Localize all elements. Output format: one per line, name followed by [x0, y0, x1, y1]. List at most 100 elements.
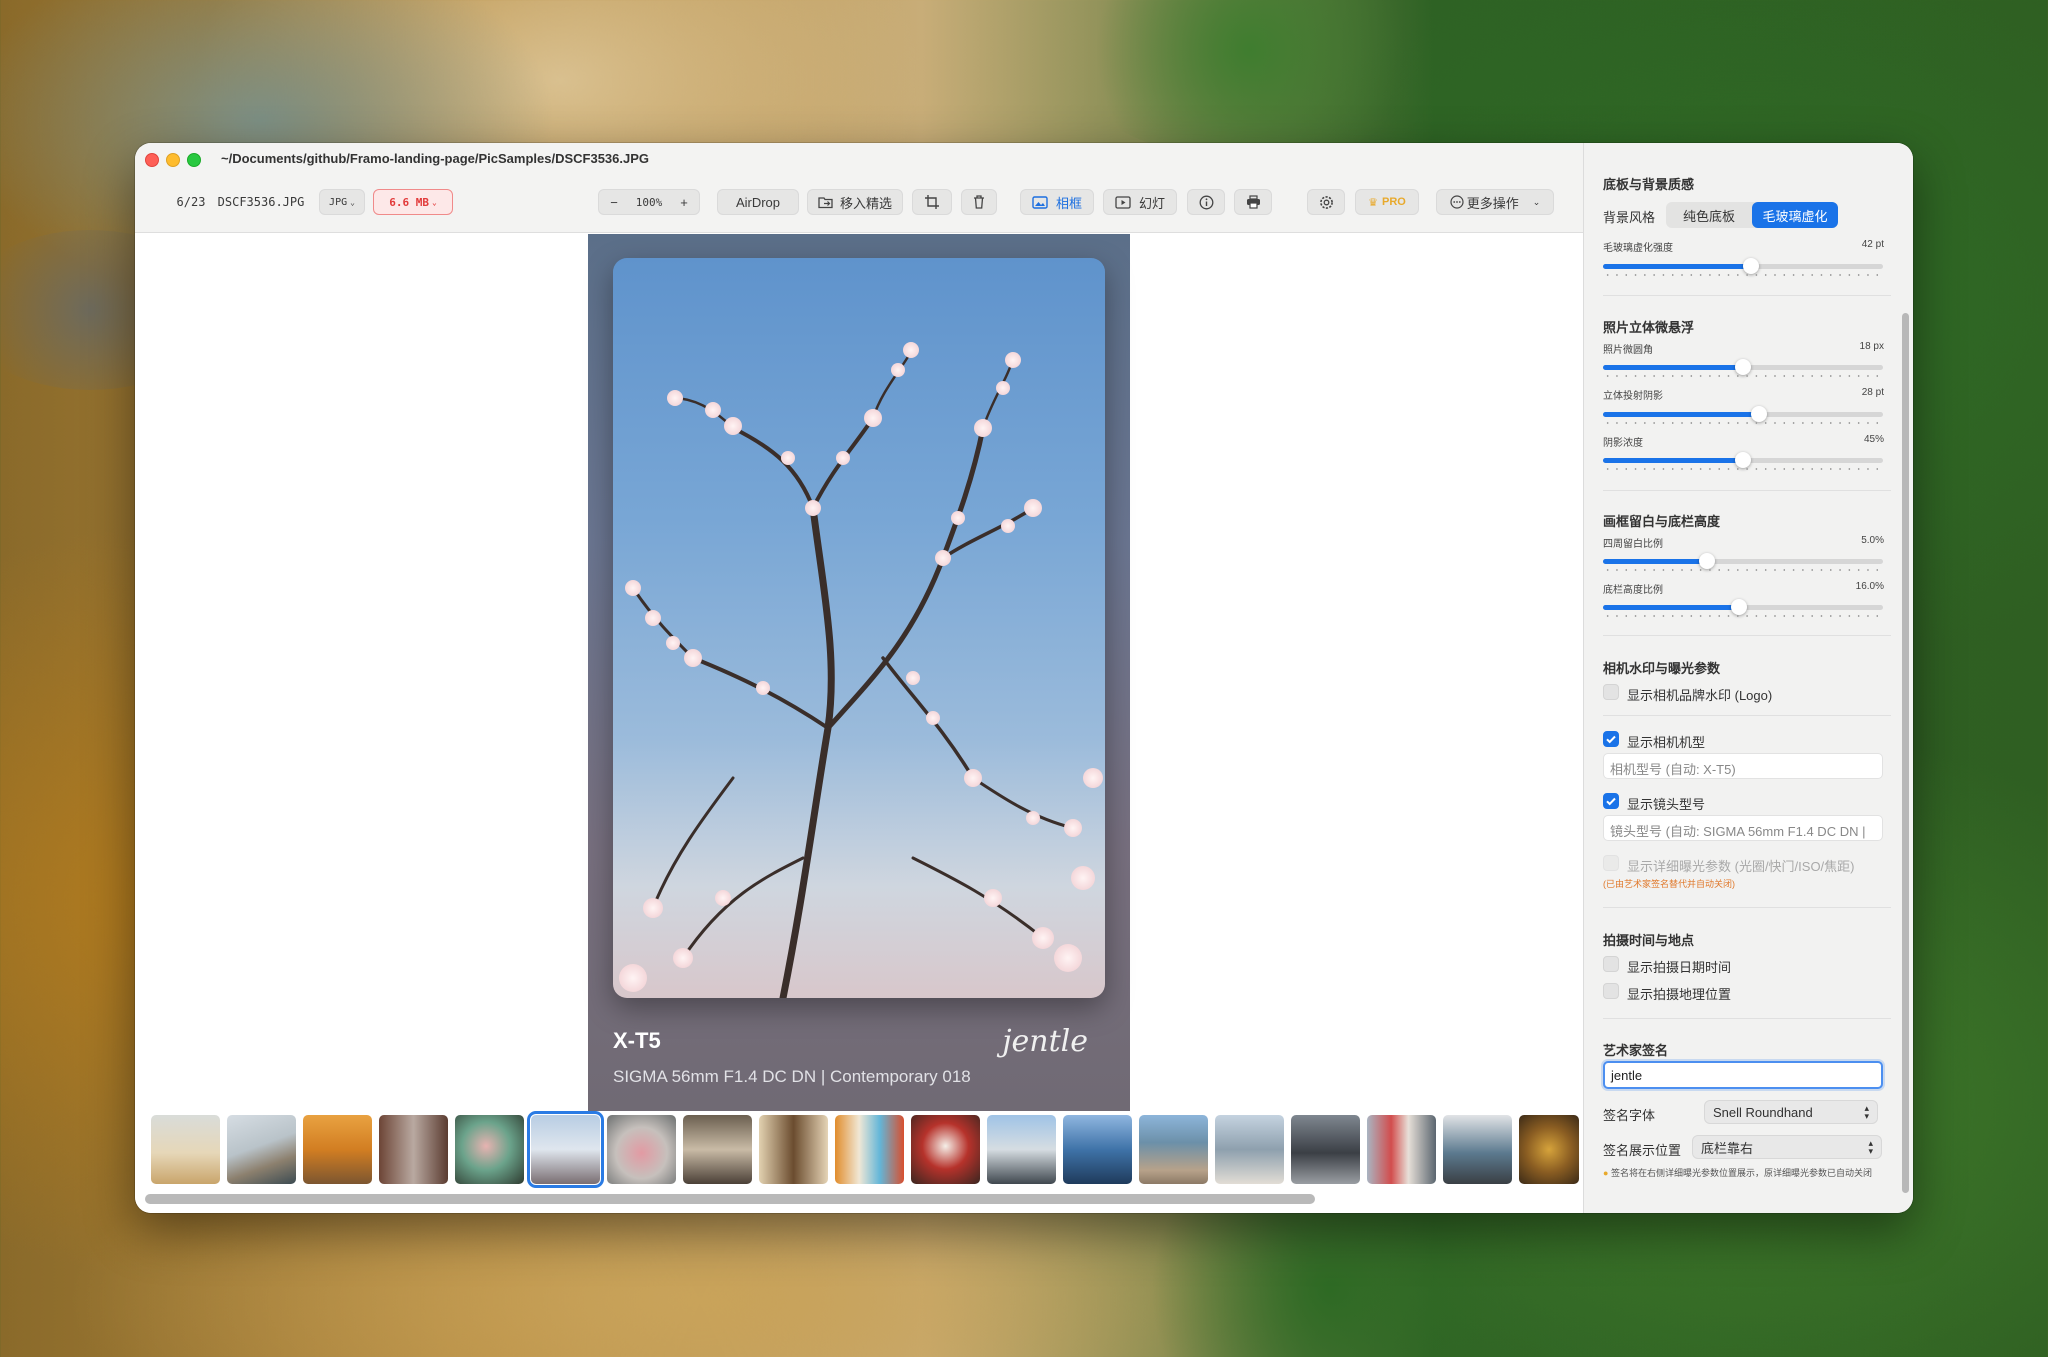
- pro-button[interactable]: ♛ PRO: [1355, 189, 1419, 215]
- frame-picture-icon: [1032, 195, 1048, 209]
- filmstrip-thumbnail[interactable]: [379, 1115, 448, 1184]
- slideshow-button[interactable]: 幻灯: [1103, 189, 1177, 215]
- shadow-cast-slider[interactable]: [1603, 406, 1883, 422]
- filmstrip-thumbnail[interactable]: [1063, 1115, 1132, 1184]
- corner-radius-value: 18 px: [1859, 341, 1884, 352]
- slider-knob[interactable]: [1751, 406, 1767, 422]
- wallpaper-foliage: [1060, 0, 1440, 160]
- section-title-watermark: 相机水印与曝光参数: [1603, 661, 1721, 676]
- show-exposure-label: 显示详细曝光参数 (光圈/快门/ISO/焦距): [1627, 859, 1855, 874]
- crop-button[interactable]: [912, 189, 952, 215]
- show-location-label: 显示拍摄地理位置: [1627, 987, 1732, 1002]
- slider-knob[interactable]: [1735, 452, 1751, 468]
- signature-position-label: 签名展示位置: [1603, 1143, 1682, 1158]
- show-lens-checkbox[interactable]: [1603, 793, 1619, 809]
- file-size-dropdown[interactable]: 6.6 MB ⌄: [373, 189, 453, 215]
- zoom-window-button[interactable]: [187, 153, 201, 167]
- frame-signature: jentle: [1002, 1024, 1088, 1059]
- margin-ratio-slider[interactable]: [1603, 553, 1883, 569]
- filmstrip-thumbnail[interactable]: [835, 1115, 904, 1184]
- chevron-down-icon: ⌄: [431, 197, 437, 207]
- filmstrip-thumbnail[interactable]: [911, 1115, 980, 1184]
- filmstrip-thumbnail[interactable]: [1367, 1115, 1436, 1184]
- slider-knob[interactable]: [1731, 599, 1747, 615]
- settings-panel: 底板与背景质感 背景风格 纯色底板 毛玻璃虚化 毛玻璃虚化强度 42 pt 照片…: [1583, 143, 1913, 1213]
- filmstrip-thumbnail[interactable]: [151, 1115, 220, 1184]
- segment-frosted[interactable]: 毛玻璃虚化: [1752, 202, 1838, 228]
- slider-ticks: [1603, 274, 1883, 276]
- airdrop-button[interactable]: AirDrop: [717, 189, 799, 215]
- exposure-disabled-note: (已由艺术家签名替代并自动关闭): [1603, 879, 1735, 889]
- slider-ticks: [1603, 468, 1883, 470]
- filmstrip-thumbnail[interactable]: [227, 1115, 296, 1184]
- horizontal-scrollbar[interactable]: [145, 1194, 1315, 1204]
- filmstrip-thumbnail[interactable]: [303, 1115, 372, 1184]
- filmstrip-thumbnail[interactable]: [455, 1115, 524, 1184]
- lens-model-input[interactable]: 镜头型号 (自动: SIGMA 56mm F1.4 DC DN |: [1603, 815, 1883, 841]
- shadow-cast-label: 立体投射阴影: [1603, 391, 1663, 402]
- signature-font-select[interactable]: Snell Roundhand ▴ ▾: [1704, 1100, 1878, 1124]
- show-logo-checkbox[interactable]: [1603, 684, 1619, 700]
- info-icon: [1199, 195, 1213, 209]
- print-button[interactable]: [1234, 189, 1272, 215]
- slider-knob[interactable]: [1735, 359, 1751, 375]
- move-to-picks-label: 移入精选: [839, 195, 892, 211]
- filmstrip-thumbnail[interactable]: [987, 1115, 1056, 1184]
- chevron-down-icon: ⌄: [1532, 196, 1541, 207]
- updown-chevron-icon: ▴ ▾: [1868, 1138, 1873, 1156]
- crown-icon: ♛: [1368, 196, 1379, 209]
- signature-input[interactable]: jentle: [1603, 1061, 1883, 1089]
- bottom-bar-ratio-slider[interactable]: [1603, 599, 1883, 615]
- corner-radius-label: 照片微圆角: [1603, 345, 1653, 356]
- filmstrip-thumbnail[interactable]: [1215, 1115, 1284, 1184]
- slider-knob[interactable]: [1743, 258, 1759, 274]
- divider: [1603, 490, 1891, 491]
- trash-icon: [974, 195, 984, 209]
- close-window-button[interactable]: [145, 153, 159, 167]
- folder-move-icon: [818, 197, 833, 209]
- pro-label: PRO: [1382, 196, 1406, 208]
- section-title-signature: 艺术家签名: [1603, 1043, 1669, 1058]
- format-dropdown[interactable]: JPG ⌄: [319, 189, 365, 215]
- filmstrip-thumbnail-selected[interactable]: [527, 1111, 604, 1188]
- zoom-out-button[interactable]: −: [602, 195, 626, 210]
- minimize-window-button[interactable]: [166, 153, 180, 167]
- checkmark-icon: [1606, 797, 1616, 806]
- show-date-checkbox[interactable]: [1603, 956, 1619, 972]
- filmstrip-thumbnail[interactable]: [683, 1115, 752, 1184]
- signature-tip: ● 签名将在右侧详细曝光参数位置展示，原详细曝光参数已自动关闭: [1603, 1167, 1883, 1180]
- margin-ratio-value: 5.0%: [1861, 535, 1884, 546]
- filmstrip-thumbnail[interactable]: [1519, 1115, 1579, 1184]
- bottom-bar-ratio-label: 底栏高度比例: [1603, 585, 1663, 596]
- more-actions-button[interactable]: 更多操作 ⌄: [1436, 189, 1554, 215]
- divider: [1603, 635, 1891, 636]
- blur-strength-slider[interactable]: [1603, 258, 1883, 274]
- zoom-in-button[interactable]: +: [672, 195, 696, 210]
- filmstrip-thumbnail[interactable]: [1443, 1115, 1512, 1184]
- settings-button[interactable]: [1307, 189, 1345, 215]
- segment-solid[interactable]: 纯色底板: [1666, 202, 1752, 228]
- frame-mode-button[interactable]: 相框: [1020, 189, 1094, 215]
- show-model-checkbox[interactable]: [1603, 731, 1619, 747]
- margin-ratio-label: 四周留白比例: [1603, 539, 1663, 550]
- shadow-density-slider[interactable]: [1603, 452, 1883, 468]
- signature-position-select[interactable]: 底栏靠右 ▴ ▾: [1692, 1135, 1882, 1159]
- slider-knob[interactable]: [1699, 553, 1715, 569]
- vertical-scrollbar[interactable]: [1902, 313, 1909, 1193]
- slider-ticks: [1603, 615, 1883, 617]
- frame-lens-model: SIGMA 56mm F1.4 DC DN | Contemporary 018: [613, 1067, 971, 1086]
- delete-button[interactable]: [961, 189, 997, 215]
- image-counter: 6/23: [176, 195, 206, 209]
- show-exposure-checkbox[interactable]: [1603, 855, 1619, 871]
- frame-camera-model: X-T5: [613, 1028, 661, 1053]
- filmstrip-thumbnail[interactable]: [607, 1115, 676, 1184]
- info-button[interactable]: [1187, 189, 1225, 215]
- move-to-picks-button[interactable]: 移入精选: [807, 189, 903, 215]
- show-location-checkbox[interactable]: [1603, 983, 1619, 999]
- corner-radius-slider[interactable]: [1603, 359, 1883, 375]
- signature-tip-text: 签名将在右侧详细曝光参数位置展示，原详细曝光参数已自动关闭: [1610, 1168, 1872, 1178]
- camera-model-input[interactable]: 相机型号 (自动: X-T5): [1603, 753, 1883, 779]
- filmstrip-thumbnail[interactable]: [1139, 1115, 1208, 1184]
- filmstrip-thumbnail[interactable]: [759, 1115, 828, 1184]
- filmstrip-thumbnail[interactable]: [1291, 1115, 1360, 1184]
